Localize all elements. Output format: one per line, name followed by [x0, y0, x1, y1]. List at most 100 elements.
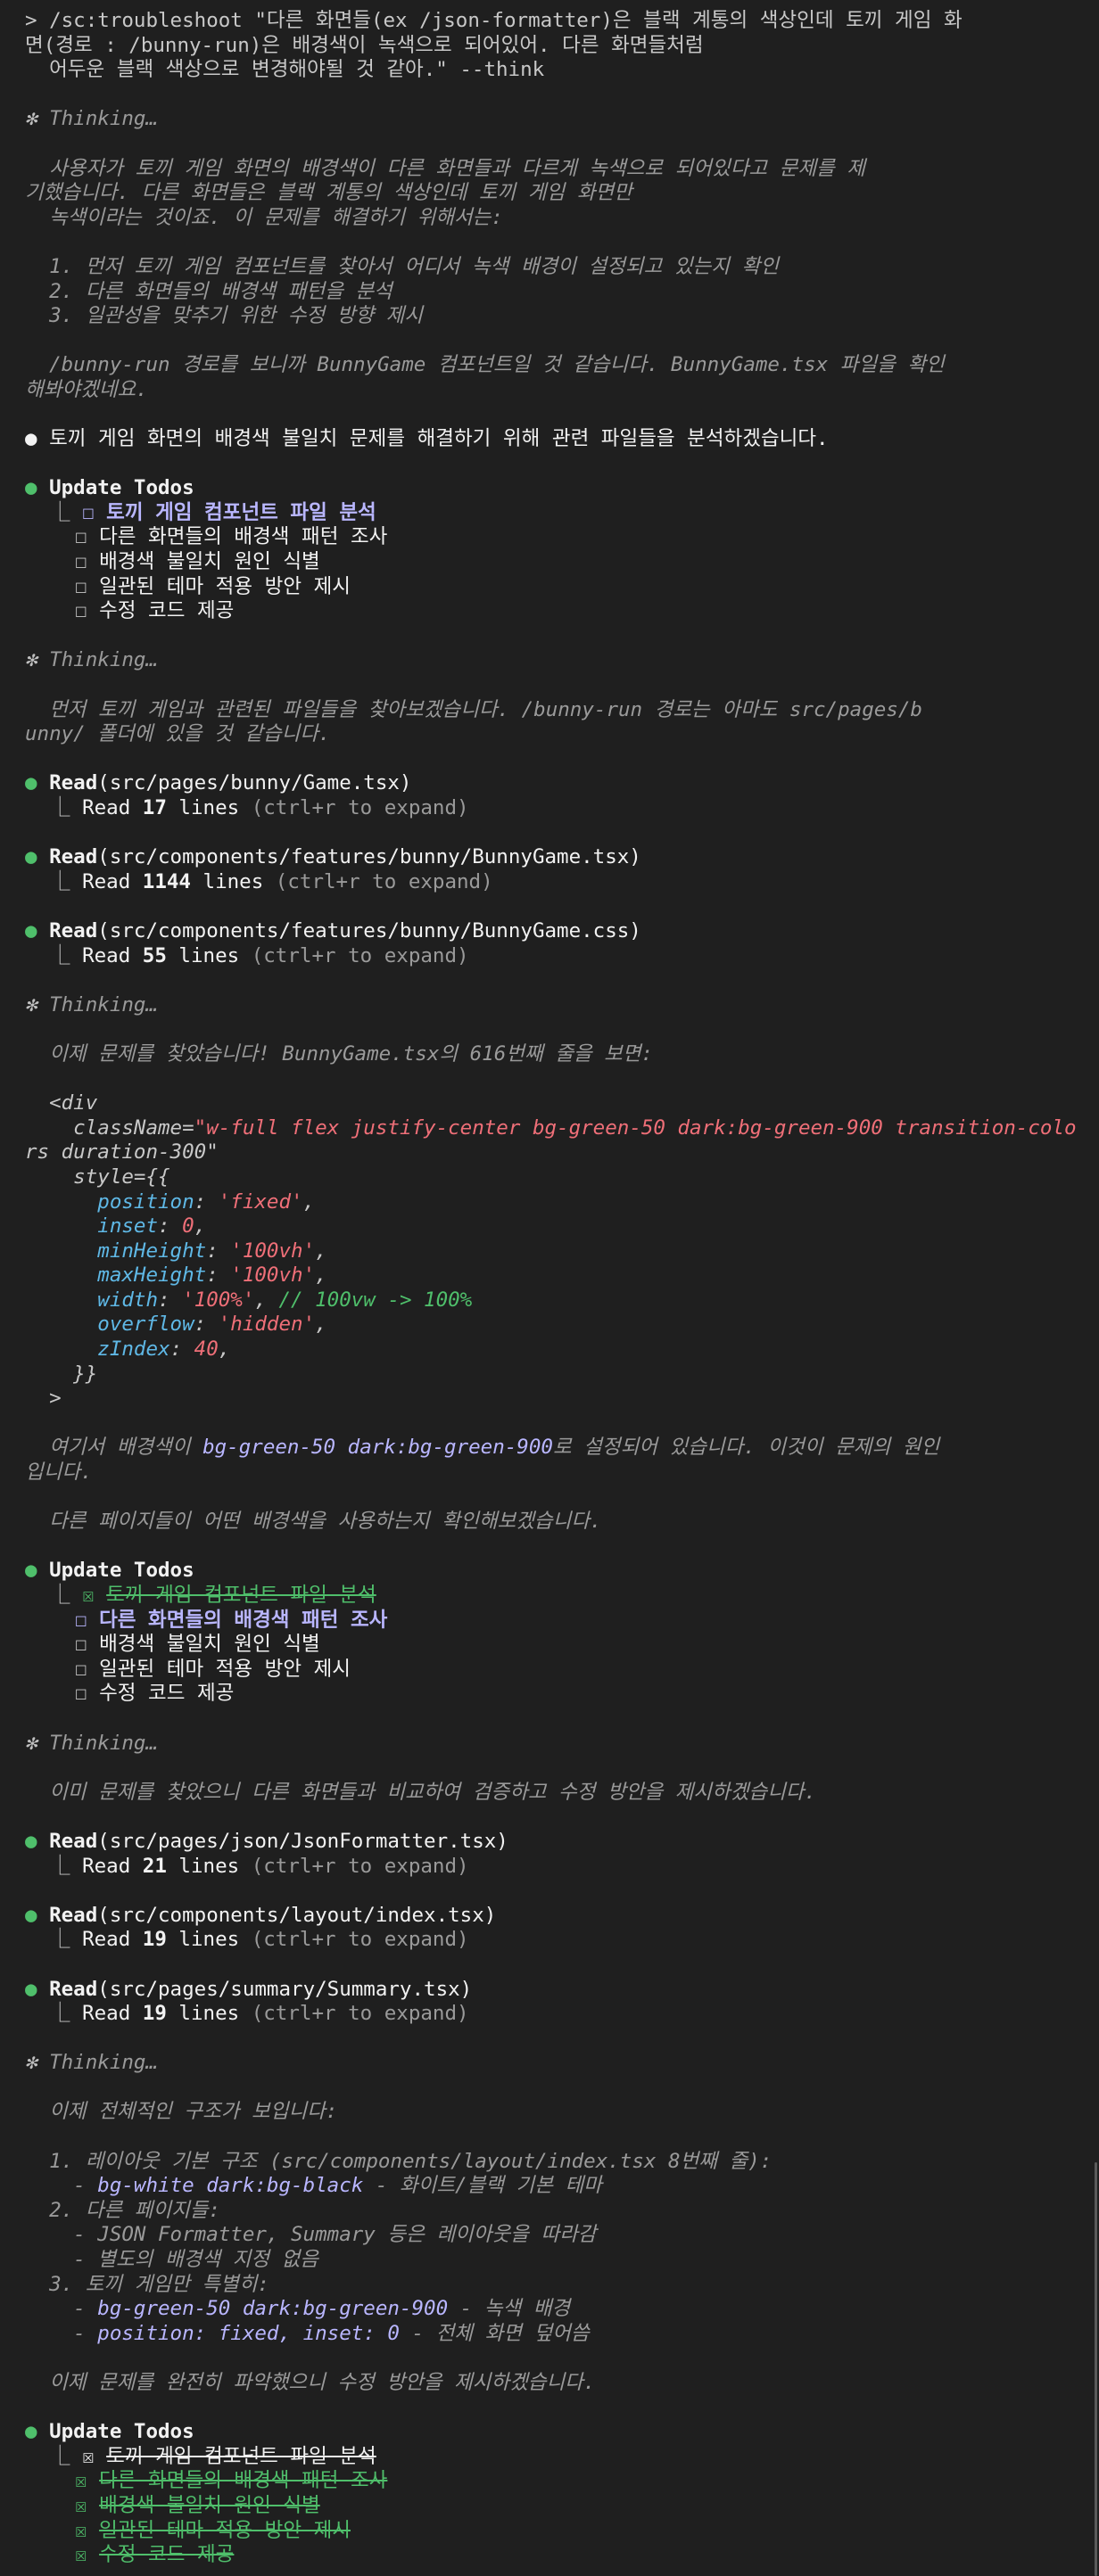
- todo-item: ☐ 다른 화면들의 배경색 패턴 조사: [25, 525, 1087, 550]
- read-tool-call[interactable]: ● Read(src/components/layout/index.tsx): [25, 1904, 1087, 1929]
- todo-item-label: 토끼 게임 컴포넌트 파일 분석: [106, 1584, 376, 1607]
- thinking-header: ✻ Thinking…: [25, 1732, 1087, 1757]
- thinking-step: 2. 다른 페이지들:: [25, 2198, 221, 2222]
- scrollbar[interactable]: [1095, 2162, 1097, 2576]
- todo-item: ☐ 수정 코드 제공: [25, 1682, 1087, 1707]
- read-result: ⎿ Read 17 lines (ctrl+r to expand): [50, 796, 469, 819]
- todo-item-label: 배경색 불일치 원인 식별: [99, 2493, 320, 2517]
- line-count: 21: [142, 1854, 167, 1878]
- code-line: style={{: [25, 1165, 170, 1189]
- code-string: rs duration-300": [25, 1140, 219, 1165]
- read-result: ⎿ Read 1144 lines (ctrl+r to expand): [50, 869, 493, 893]
- read-result: ⎿ Read 19 lines (ctrl+r to expand): [50, 2002, 469, 2026]
- todo-item: ⎿ ☐ 토끼 게임 컴포넌트 파일 분석: [25, 501, 1087, 526]
- thinking-substep: - JSON Formatter, Summary 등은 레이아웃을 따라감: [25, 2223, 597, 2247]
- code-prop: overflow: 'hidden',: [97, 1313, 327, 1337]
- thinking-text: 사용자가 토끼 게임 화면의 배경색이 다른 화면들과 다르게 녹색으로 되어있…: [25, 156, 866, 180]
- thinking-text: 이제 문제를 완전히 파악했으니 수정 방안을 제시하겠습니다.: [25, 2371, 596, 2394]
- tree-branch-icon: ⎿: [50, 796, 70, 819]
- code-prop: width: '100%', // 100vw -> 100%: [97, 1288, 473, 1312]
- line-count: 17: [142, 796, 167, 819]
- line-count: 19: [142, 2002, 167, 2026]
- update-todos-title: Update Todos: [49, 476, 194, 500]
- checkbox-done-icon: ☒: [75, 2543, 87, 2567]
- bullet-icon: ●: [25, 1903, 37, 1927]
- read-result: ⎿ Read 55 lines (ctrl+r to expand): [50, 943, 469, 967]
- thinking-icon: ✻: [25, 1731, 37, 1755]
- bullet-icon: ●: [25, 2420, 37, 2444]
- thinking-step: 2. 다른 화면들의 배경색 패턴을 분석: [25, 279, 392, 303]
- read-tool-call[interactable]: ● Read(src/components/features/bunny/Bun…: [25, 845, 1087, 870]
- todo-item: ☐ 일관된 테마 적용 방안 제시: [25, 1658, 1087, 1683]
- checkbox-empty-icon: ☐: [82, 500, 95, 524]
- read-tool-call[interactable]: ● Read(src/pages/json/JsonFormatter.tsx): [25, 1830, 1087, 1855]
- expand-hint: (ctrl+r to expand): [239, 1928, 469, 1952]
- expand-hint: (ctrl+r to expand): [239, 796, 469, 819]
- read-tool-call[interactable]: ● Read(src/pages/bunny/Game.tsx): [25, 771, 1087, 796]
- prompt-line-3: 어두운 블랙 색상으로 변경해야될 것 같아." --think: [25, 58, 545, 82]
- checkbox-done-icon: ☒: [82, 2444, 95, 2468]
- checkbox-empty-icon: ☐: [75, 574, 87, 598]
- todo-item: ☐ 배경색 불일치 원인 식별: [25, 550, 1087, 575]
- thinking-text: 이제 문제를 찾았습니다! BunnyGame.tsx의 616번째 줄을 보면…: [25, 1041, 654, 1066]
- expand-hint: (ctrl+r to expand): [263, 869, 493, 893]
- line-count: 55: [142, 943, 167, 967]
- expand-hint: (ctrl+r to expand): [239, 1854, 469, 1878]
- thinking-icon: ✻: [25, 992, 37, 1016]
- thinking-text: 이제 전체적인 구조가 보입니다:: [25, 2100, 338, 2124]
- code-line: <div: [25, 1091, 98, 1115]
- read-file-path: (src/components/features/bunny/BunnyGame…: [97, 845, 641, 869]
- todo-item: ⎿ ☒ 토끼 게임 컴포넌트 파일 분석: [25, 1584, 1087, 1609]
- read-result: ⎿ Read 21 lines (ctrl+r to expand): [50, 1854, 469, 1878]
- bullet-icon: ●: [25, 1829, 37, 1853]
- todo-item-label: 다른 화면들의 배경색 패턴 조사: [99, 2469, 388, 2493]
- expand-hint: (ctrl+r to expand): [239, 943, 469, 967]
- todo-item-label: 수정 코드 제공: [99, 2543, 235, 2567]
- checkbox-done-icon: ☒: [75, 2493, 87, 2517]
- thinking-label: Thinking…: [49, 107, 159, 131]
- thinking-text: 이미 문제를 찾았으니 다른 화면들과 비교하여 검증하고 수정 방안을 제시하…: [25, 1780, 817, 1804]
- inline-code: position: fixed, inset: 0: [97, 2321, 400, 2345]
- todo-item: ☒ 일관된 테마 적용 방안 제시: [25, 2519, 1087, 2544]
- read-tool-label: Read: [49, 771, 98, 795]
- code-string: "w-full flex justify-center bg-green-50 …: [194, 1115, 1077, 1140]
- expand-hint: (ctrl+r to expand): [239, 2002, 469, 2026]
- checkbox-empty-icon: ☐: [75, 1657, 87, 1681]
- bullet-icon: ●: [25, 427, 37, 451]
- thinking-icon: ✻: [25, 648, 37, 672]
- checkbox-empty-icon: ☐: [75, 525, 87, 549]
- assistant-message: ● 토끼 게임 화면의 배경색 불일치 문제를 해결하기 위해 관련 파일들을 …: [25, 427, 1087, 452]
- thinking-substep: - position: fixed, inset: 0 - 전체 화면 덮어씀: [25, 2321, 590, 2345]
- todo-item: ☐ 다른 화면들의 배경색 패턴 조사: [25, 1609, 1087, 1634]
- todo-item-label: 일관된 테마 적용 방안 제시: [99, 2518, 351, 2542]
- tree-branch-icon: ⎿: [50, 1584, 70, 1607]
- thinking-step: 1. 레이아웃 기본 구조 (src/components/layout/ind…: [25, 2149, 773, 2173]
- thinking-substep: - bg-green-50 dark:bg-green-900 - 녹색 배경: [25, 2297, 571, 2321]
- tree-branch-icon: ⎿: [50, 943, 70, 967]
- line-count: 19: [142, 1928, 167, 1952]
- thinking-header: ✻ Thinking…: [25, 107, 1087, 132]
- tree-branch-icon: ⎿: [50, 869, 70, 893]
- todo-item-label: 일관된 테마 적용 방안 제시: [99, 1657, 351, 1681]
- todo-item-label: 토끼 게임 컴포넌트 파일 분석: [106, 2444, 376, 2468]
- read-tool-call[interactable]: ● Read(src/pages/summary/Summary.tsx): [25, 1978, 1087, 2003]
- todo-item: ☒ 수정 코드 제공: [25, 2543, 1087, 2568]
- code-prop: zIndex: 40,: [97, 1337, 231, 1362]
- checkbox-done-icon: ☒: [82, 1584, 95, 1607]
- read-tool-label: Read: [49, 1903, 98, 1927]
- thinking-substep: - 별도의 배경색 지정 없음: [25, 2248, 318, 2272]
- thinking-text: /bunny-run 경로를 보니까 BunnyGame 컴포넌트일 것 같습니…: [25, 353, 945, 377]
- checkbox-empty-icon: ☐: [75, 1682, 87, 1706]
- thinking-text: 다른 페이지들이 어떤 배경색을 사용하는지 확인해보겠습니다.: [25, 1510, 602, 1534]
- todo-item-label: 수정 코드 제공: [99, 599, 235, 623]
- thinking-text: 여기서 배경색이 bg-green-50 dark:bg-green-900로 …: [25, 1436, 940, 1460]
- thinking-label: Thinking…: [49, 992, 159, 1016]
- checkbox-done-icon: ☒: [75, 2469, 87, 2493]
- thinking-text: 기했습니다. 다른 화면들은 블랙 계통의 색상인데 토끼 게임 화면만: [25, 181, 632, 205]
- read-tool-call[interactable]: ● Read(src/components/features/bunny/Bun…: [25, 919, 1087, 944]
- read-tool-label: Read: [49, 845, 98, 869]
- todo-item: ☐ 일관된 테마 적용 방안 제시: [25, 575, 1087, 600]
- checkbox-done-icon: ☒: [75, 2518, 87, 2542]
- read-file-path: (src/components/features/bunny/BunnyGame…: [97, 918, 641, 942]
- thinking-header: ✻ Thinking…: [25, 648, 1087, 673]
